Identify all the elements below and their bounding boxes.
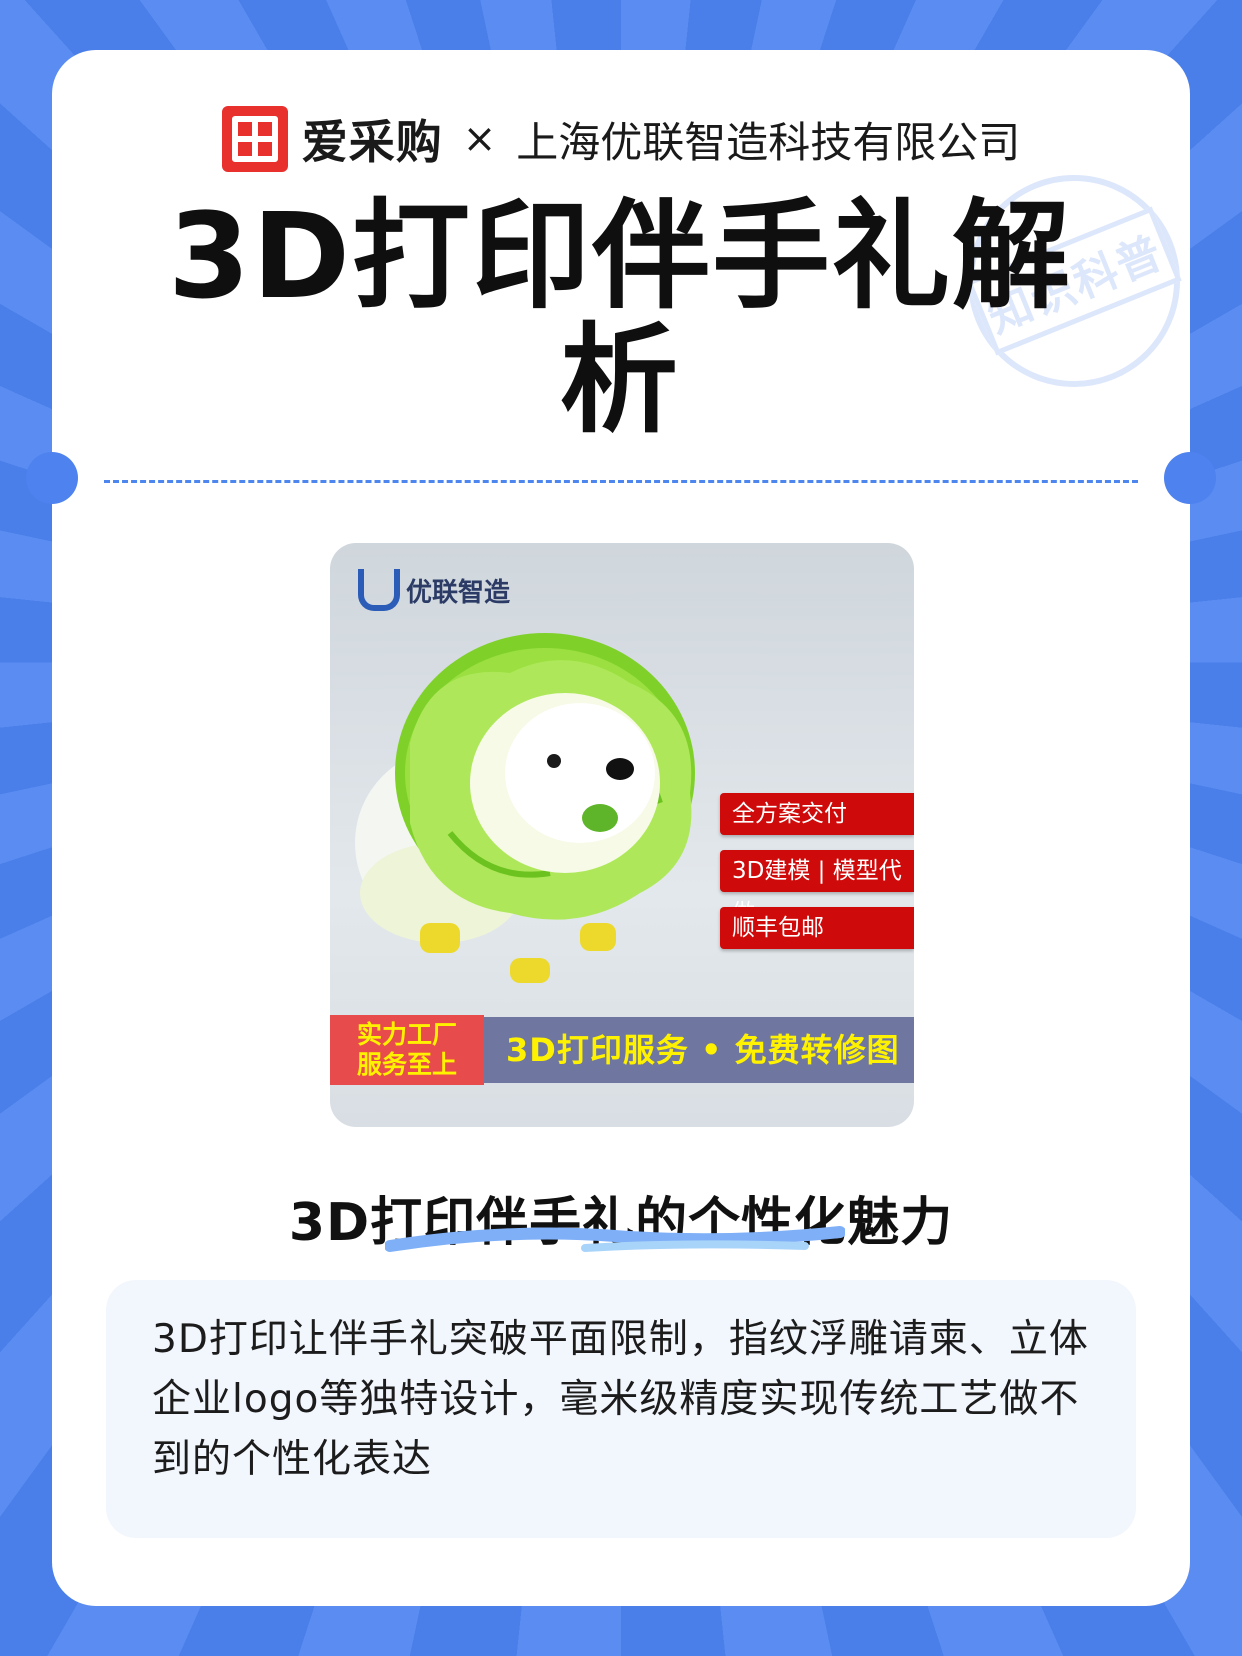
photo-brand-text: 优联智造: [406, 577, 511, 608]
service-banner-text: 3D打印服务 • 免费转修图: [506, 1031, 900, 1069]
tag-full-delivery: 全方案交付: [720, 793, 914, 835]
page-title: 3D打印伴手礼解析: [167, 187, 1073, 449]
tag-modeling: 3D建模 | 模型代做: [720, 850, 914, 926]
photo-brand-logo: 优联智造: [358, 569, 510, 611]
brand-name: 爱采购: [301, 115, 443, 169]
factory-badge-line1: 实力工厂: [356, 1020, 457, 1049]
card-notch-left: [26, 452, 78, 504]
aicaigou-logo-icon: [221, 106, 288, 172]
brand-separator: ×: [462, 116, 497, 162]
u-logo-icon: [358, 569, 400, 611]
cabbage-dog-figure-icon: [355, 633, 695, 983]
description-text: 3D打印让伴手礼突破平面限制，指纹浮雕请柬、立体企业logo等独特设计，毫米级精…: [152, 1317, 1089, 1482]
brand-header: 爱采购 × 上海优联智造科技有限公司: [0, 104, 1242, 174]
factory-badge-line2: 服务至上: [356, 1050, 457, 1079]
factory-badge: 实力工厂 服务至上: [330, 1015, 484, 1085]
product-photo: 优联智造 全方案交付 3D建模 | 模型代做 顺丰包邮 实力工厂 服务至上 3D…: [330, 543, 914, 1127]
tag-free-shipping: 顺丰包邮: [720, 907, 914, 949]
underline-swoosh-icon: [385, 1226, 845, 1252]
partner-company: 上海优联智造科技有限公司: [516, 117, 1021, 167]
dashed-divider: [104, 480, 1138, 483]
description-box: 3D打印让伴手礼突破平面限制，指纹浮雕请柬、立体企业logo等独特设计，毫米级精…: [106, 1280, 1136, 1538]
card-notch-right: [1164, 452, 1216, 504]
